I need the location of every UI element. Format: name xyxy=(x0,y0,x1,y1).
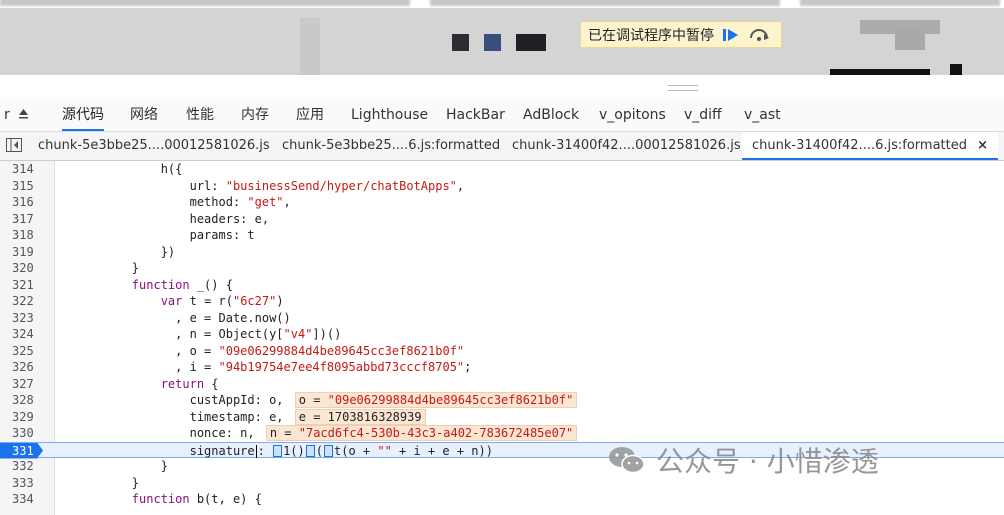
inline-value-n: n = "7acd6fc4-530b-43c3-a402-783672485e0… xyxy=(265,425,578,441)
code-line: 319 }) xyxy=(0,244,1004,261)
close-tab-icon[interactable]: × xyxy=(977,138,988,153)
tab-overflow[interactable]: r xyxy=(4,99,29,131)
code-line: 317 headers: e, xyxy=(0,211,1004,228)
step-marker-icon[interactable] xyxy=(273,445,283,457)
file-tab-label: chunk-31400f42....6.js:formatted xyxy=(752,138,967,153)
code-line: 315 url: "businessSend/hyper/chatBotApps… xyxy=(0,178,1004,195)
url-string: "businessSend/hyper/chatBotApps" xyxy=(225,178,457,193)
inline-value-e: e = 1703816328939 xyxy=(294,408,426,425)
tab-performance[interactable]: 性能 xyxy=(186,99,214,131)
watermark: 公众号 · 小惜渗透 xyxy=(608,440,879,480)
tab-v-ast[interactable]: v_ast xyxy=(744,99,781,131)
step-over-icon[interactable] xyxy=(748,26,770,44)
i-string: "94b19754e7ee4f8095abbd73cccf8705" xyxy=(218,360,465,374)
line-number[interactable]: 321 xyxy=(0,277,50,294)
line-number[interactable]: 333 xyxy=(0,475,50,492)
line-number[interactable]: 320 xyxy=(0,260,50,277)
step-marker-icon[interactable] xyxy=(324,445,333,457)
o-string: "09e06299884d4be89645cc3ef8621b0f" xyxy=(218,343,465,358)
splitter-grip-icon[interactable] xyxy=(668,85,698,91)
code-line: 320 } xyxy=(0,260,1004,277)
tab-sources[interactable]: 源代码 xyxy=(62,99,104,131)
line-number[interactable]: 327 xyxy=(0,376,50,393)
debugger-paused-banner: 已在调试程序中暂停 xyxy=(580,21,782,48)
file-tab-active[interactable]: chunk-31400f42....6.js:formatted × xyxy=(742,132,999,160)
watermark-text: 公众号 · 小惜渗透 xyxy=(656,445,879,478)
line-number[interactable]: 319 xyxy=(0,244,50,261)
code-line: 326 , i = "94b19754e7ee4f8095abbd73cccf8… xyxy=(0,359,1004,376)
code-line: 323 , e = Date.now() xyxy=(0,310,1004,327)
code-line: 314 h({ xyxy=(0,161,1004,178)
code-line: 321 function _() { xyxy=(0,277,1004,294)
code-line: 316 method: "get", xyxy=(0,194,1004,211)
inspected-page: 已在调试程序中暂停 xyxy=(0,8,1004,75)
line-number[interactable]: 329 xyxy=(0,409,50,426)
line-number[interactable]: 316 xyxy=(0,194,50,211)
text-cursor xyxy=(255,444,257,458)
line-number[interactable]: 324 xyxy=(0,326,50,343)
panel-splitter[interactable] xyxy=(0,75,1004,99)
line-number[interactable]: 334 xyxy=(0,491,50,508)
line-number[interactable]: 326 xyxy=(0,359,50,376)
line-number[interactable]: 323 xyxy=(0,310,50,327)
line-number[interactable]: 325 xyxy=(0,343,50,360)
code-line: 329 timestamp: e, e = 1703816328939 xyxy=(0,408,1004,426)
r-arg-string: "6c27" xyxy=(232,294,277,308)
line-number[interactable]: 328 xyxy=(0,392,50,409)
line-number[interactable]: 332 xyxy=(0,458,50,475)
devtools-tabs: r 源代码 网络 性能 内存 应用 Lighthouse HackBar AdB… xyxy=(0,99,1004,132)
file-tab[interactable]: chunk-5e3bbe25....00012581026.js xyxy=(38,132,270,160)
upload-icon xyxy=(19,109,29,119)
empty-string: "" xyxy=(377,443,392,458)
breakpoint-marker[interactable]: 331 xyxy=(0,442,43,459)
line-number[interactable]: 315 xyxy=(0,178,50,195)
y-key-string: "v4" xyxy=(283,327,313,341)
line-number[interactable]: 314 xyxy=(0,161,50,178)
tab-application[interactable]: 应用 xyxy=(296,99,324,131)
toggle-navigator-icon[interactable] xyxy=(6,138,22,152)
tab-v-diff[interactable]: v_diff xyxy=(684,99,722,131)
paused-label: 已在调试程序中暂停 xyxy=(588,27,714,44)
line-number[interactable]: 322 xyxy=(0,293,50,310)
tab-lighthouse[interactable]: Lighthouse xyxy=(351,99,428,131)
code-line: 328 custAppId: o, o = "09e06299884d4be89… xyxy=(0,392,1004,409)
code-line: 322 var t = r("6c27") xyxy=(0,293,1004,310)
code-line: 325 , o = "09e06299884d4be89645cc3ef8621… xyxy=(0,343,1004,360)
resume-icon[interactable] xyxy=(722,26,740,44)
file-tab[interactable]: chunk-31400f42....00012581026.js xyxy=(512,132,741,160)
step-marker-icon[interactable] xyxy=(305,445,315,457)
method-string: "get" xyxy=(247,195,284,209)
code-line: 334 function b(t, e) { xyxy=(0,491,1004,508)
line-number[interactable]: 317 xyxy=(0,211,50,228)
tab-adblock[interactable]: AdBlock xyxy=(523,99,579,131)
tab-hackbar[interactable]: HackBar xyxy=(446,99,505,131)
code-line: 318 params: t xyxy=(0,227,1004,244)
inline-value-o: o = "09e06299884d4be89645cc3ef8621b0f" xyxy=(294,392,578,408)
code-line: 324 , n = Object(y["v4"])() xyxy=(0,326,1004,343)
line-number[interactable]: 330 xyxy=(0,425,50,442)
wechat-icon xyxy=(609,447,645,474)
page-content-strip xyxy=(0,0,1004,8)
tab-v-opitons[interactable]: v_opitons xyxy=(599,99,666,131)
line-number[interactable]: 318 xyxy=(0,227,50,244)
editor-file-tabs: chunk-5e3bbe25....00012581026.js chunk-5… xyxy=(0,132,1004,161)
code-line: 327 return { xyxy=(0,376,1004,393)
tab-memory[interactable]: 内存 xyxy=(241,99,269,131)
file-tab[interactable]: chunk-5e3bbe25....6.js:formatted xyxy=(282,132,500,160)
tab-network[interactable]: 网络 xyxy=(130,99,158,131)
